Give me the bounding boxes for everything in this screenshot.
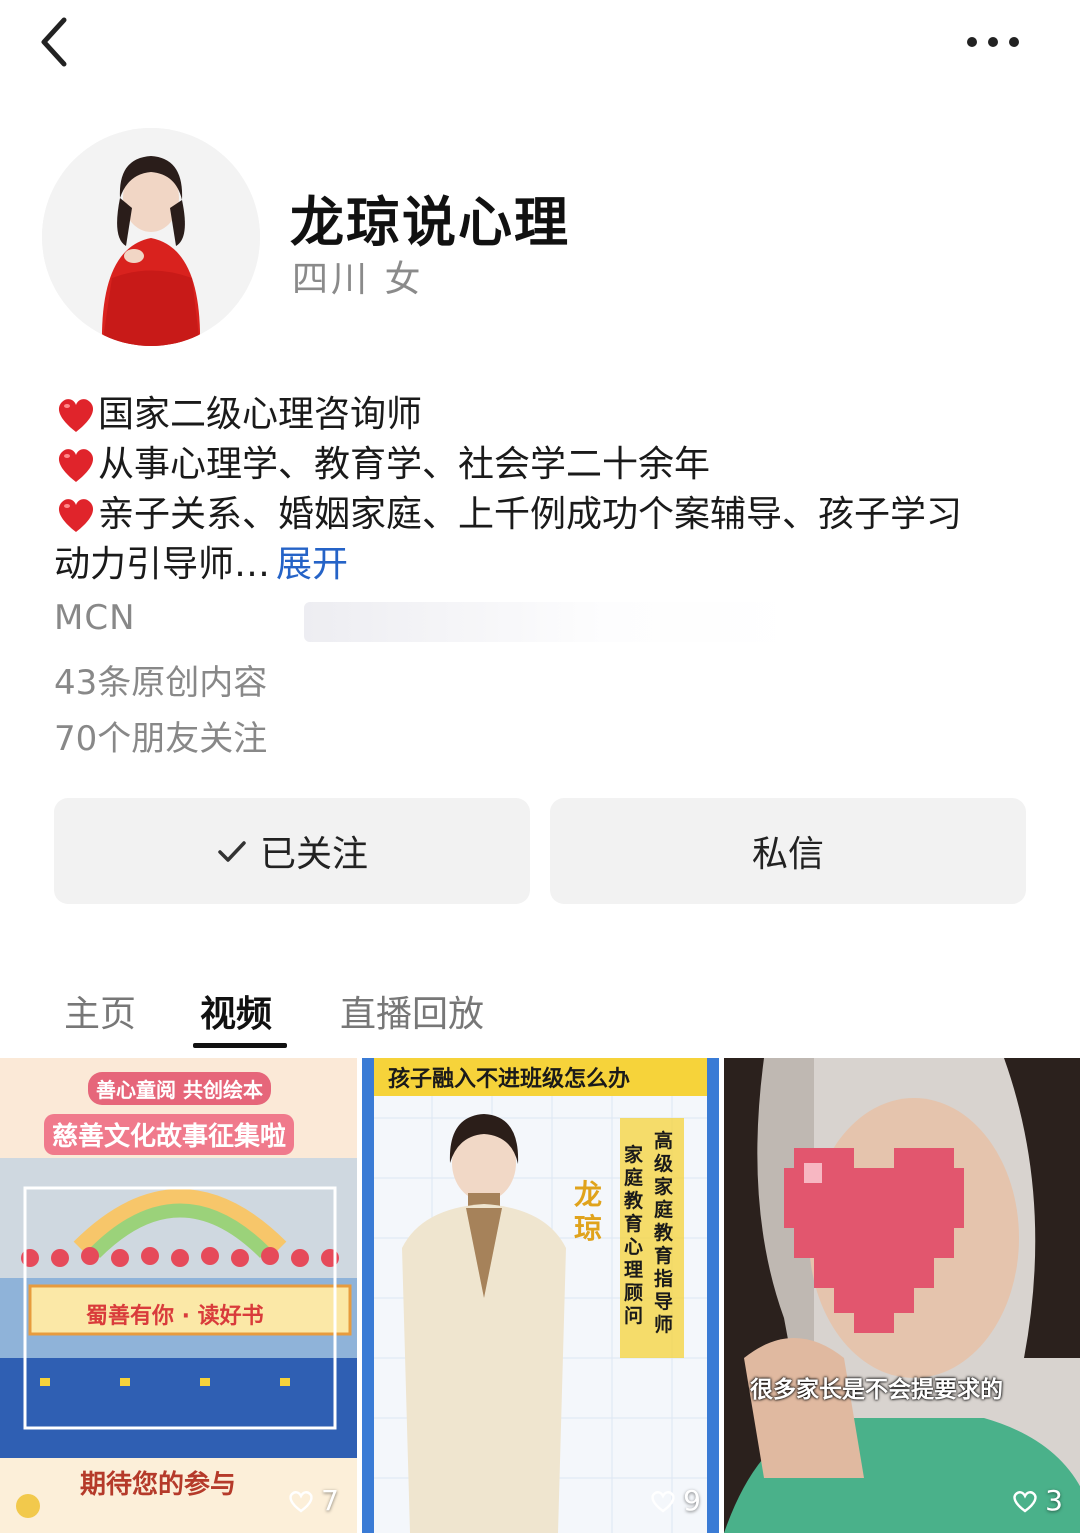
avatar-portrait bbox=[42, 128, 260, 346]
cover-headline: 慈善文化故事征集啦 bbox=[44, 1114, 295, 1155]
avatar[interactable] bbox=[42, 128, 260, 346]
more-button[interactable] bbox=[958, 22, 1028, 62]
check-icon bbox=[218, 841, 246, 862]
heart-emoji-icon bbox=[58, 499, 94, 532]
original-content-count[interactable]: 43条原创内容 bbox=[54, 655, 267, 704]
followed-button[interactable]: 已关注 bbox=[54, 798, 530, 904]
mcn-row: MCN bbox=[54, 598, 804, 648]
like-count-value: 9 bbox=[683, 1484, 701, 1517]
followed-label: 已关注 bbox=[259, 834, 368, 875]
cover-banner: 蜀善有你 · 读好书 bbox=[86, 1304, 264, 1329]
like-heart-icon bbox=[651, 1490, 675, 1512]
mcn-label: MCN bbox=[54, 598, 136, 638]
profile-tabs: 主页 视频 直播回放 bbox=[0, 975, 1080, 1055]
expand-link[interactable]: 展开 bbox=[276, 544, 348, 585]
like-heart-icon bbox=[1013, 1490, 1037, 1512]
cover-tag: 善心童阅 共创绘本 bbox=[88, 1072, 271, 1105]
cover-tag-text: 善心童阅 bbox=[96, 1078, 176, 1102]
profile-bio: 国家二级心理咨询师 从事心理学、教育学、社会学二十余年 亲子关系、婚姻家庭、上千… bbox=[54, 390, 1034, 590]
message-button[interactable]: 私信 bbox=[550, 798, 1026, 904]
tab-videos[interactable]: 视频 bbox=[200, 985, 272, 1037]
bio-text: 国家二级心理咨询师 bbox=[98, 394, 423, 435]
like-count: 7 bbox=[287, 1484, 339, 1517]
bio-text: 从事心理学、教育学、社会学二十余年 bbox=[98, 444, 711, 485]
active-tab-indicator bbox=[193, 1043, 287, 1048]
heart-emoji-icon bbox=[58, 399, 94, 432]
tab-live-replay[interactable]: 直播回放 bbox=[340, 985, 484, 1037]
back-icon bbox=[41, 17, 67, 67]
top-bar bbox=[0, 0, 1080, 90]
bio-line-last: 动力引导师… 展开 bbox=[54, 540, 1034, 590]
cover-headline: 孩子融入不进班级怎么办 bbox=[388, 1067, 631, 1092]
bio-line: 从事心理学、教育学、社会学二十余年 bbox=[54, 440, 1034, 490]
like-heart-icon bbox=[289, 1490, 313, 1512]
cover-title-column: 高级家庭教育指导师 bbox=[654, 1130, 674, 1336]
like-count: 9 bbox=[649, 1484, 701, 1517]
more-icon bbox=[967, 37, 1019, 47]
like-count-value: 7 bbox=[321, 1484, 339, 1517]
like-count-value: 3 bbox=[1045, 1484, 1063, 1517]
cover-tag-text: 共创绘本 bbox=[182, 1078, 263, 1102]
mcn-blurred-info bbox=[304, 602, 804, 642]
video-cover-image bbox=[724, 1058, 1080, 1533]
video-thumbnail[interactable]: 孩子融入不进班级怎么办 龙琼 家庭教育心理顾问 高级家庭教育指导师 9 bbox=[362, 1058, 719, 1533]
back-button[interactable] bbox=[28, 12, 88, 72]
heart-emoji-icon bbox=[58, 449, 94, 482]
message-label: 私信 bbox=[751, 834, 824, 875]
like-count: 3 bbox=[1011, 1484, 1063, 1517]
cover-title-column: 家庭教育心理顾问 bbox=[624, 1144, 644, 1327]
profile-location-gender: 四川 女 bbox=[292, 259, 424, 300]
video-grid: 善心童阅 共创绘本 慈善文化故事征集啦 蜀善有你 · 读好书 期待您的参与 7 bbox=[0, 1058, 1080, 1533]
video-thumbnail[interactable]: 很多家长是不会提要求的 3 bbox=[724, 1058, 1080, 1533]
bio-text: 亲子关系、婚姻家庭、上千例成功个案辅导、孩子学习 bbox=[98, 494, 963, 535]
cover-footer: 期待您的参与 bbox=[80, 1470, 237, 1500]
video-thumbnail[interactable]: 善心童阅 共创绘本 慈善文化故事征集啦 蜀善有你 · 读好书 期待您的参与 7 bbox=[0, 1058, 357, 1533]
tab-home[interactable]: 主页 bbox=[64, 985, 136, 1037]
cover-caption: 很多家长是不会提要求的 bbox=[750, 1377, 1003, 1403]
bio-text: 动力引导师… bbox=[54, 544, 271, 585]
friends-following-count[interactable]: 70个朋友关注 bbox=[54, 711, 267, 760]
bio-line: 国家二级心理咨询师 bbox=[54, 390, 1034, 440]
cover-name-vertical: 龙琼 bbox=[574, 1178, 603, 1245]
profile-name: 龙琼说心理 bbox=[290, 191, 570, 254]
bio-line: 亲子关系、婚姻家庭、上千例成功个案辅导、孩子学习 bbox=[54, 490, 1034, 540]
